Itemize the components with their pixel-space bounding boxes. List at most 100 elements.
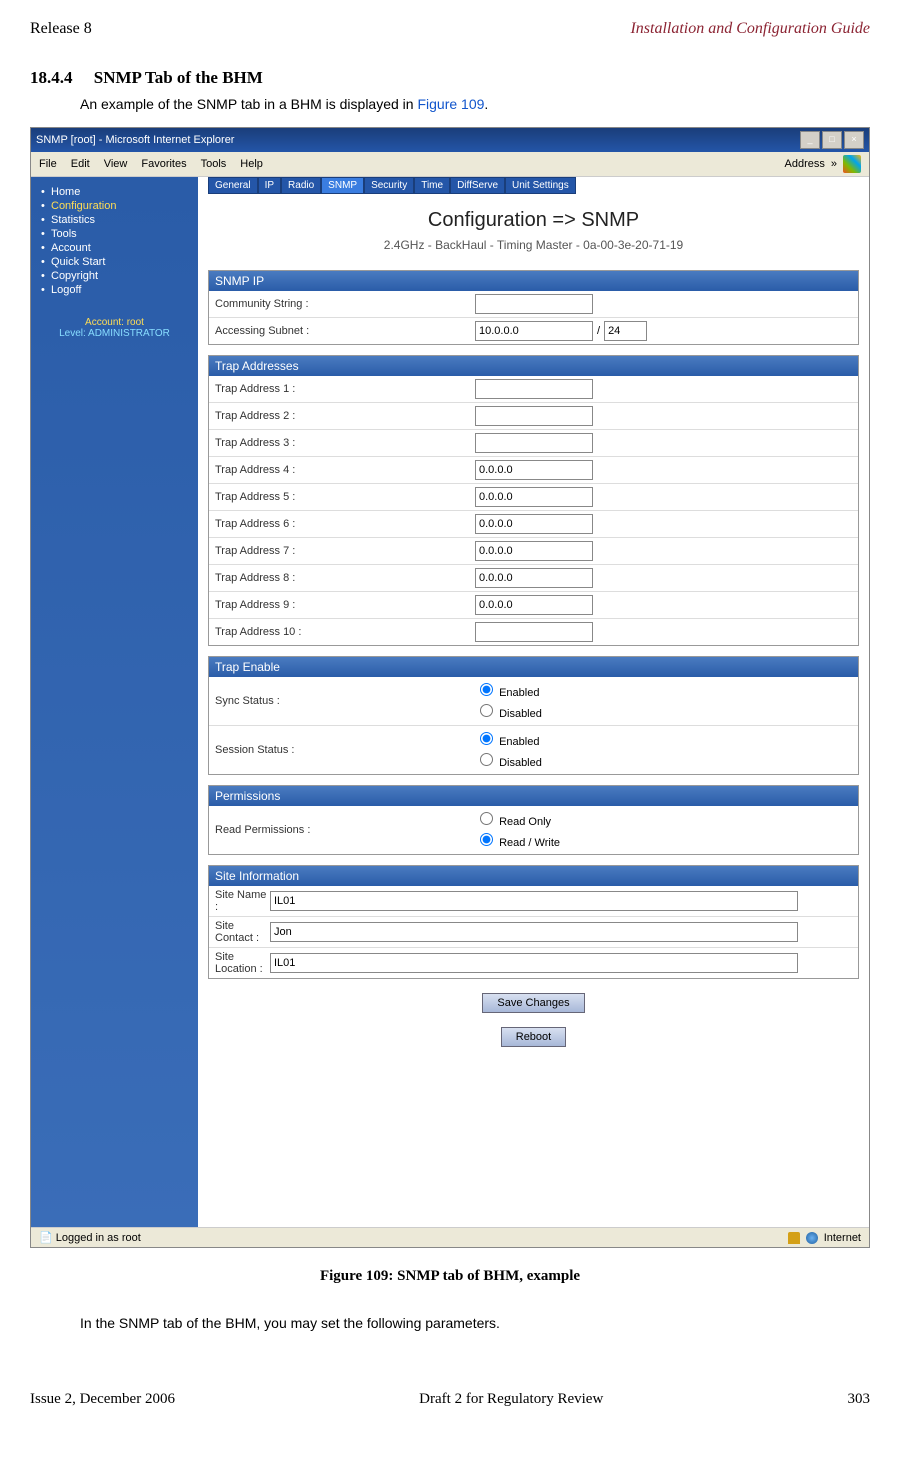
site-contact-label: Site Contact :	[215, 920, 270, 944]
trap-address-label: Trap Address 8 :	[215, 572, 475, 584]
section-title: SNMP Tab of the BHM	[94, 68, 263, 87]
trap-address-row: Trap Address 8 :	[209, 565, 858, 592]
sidebar-item-tools[interactable]: Tools	[41, 227, 192, 241]
read-only-radio[interactable]: Read Only	[475, 809, 560, 830]
maximize-button[interactable]: □	[822, 131, 842, 149]
sync-disabled-radio[interactable]: Disabled	[475, 701, 542, 722]
sync-enabled-radio[interactable]: Enabled	[475, 680, 542, 701]
read-write-radio[interactable]: Read / Write	[475, 830, 560, 851]
trap-address-input[interactable]	[475, 460, 593, 480]
save-changes-button[interactable]: Save Changes	[482, 993, 584, 1013]
trap-address-input[interactable]	[475, 568, 593, 588]
sync-enabled-label: Enabled	[499, 687, 539, 699]
trap-address-input[interactable]	[475, 622, 593, 642]
accessing-subnet-mask-input[interactable]	[604, 321, 647, 341]
menu-file[interactable]: File	[39, 158, 57, 170]
menu-favorites[interactable]: Favorites	[141, 158, 186, 170]
trap-address-label: Trap Address 4 :	[215, 464, 475, 476]
trap-address-input[interactable]	[475, 514, 593, 534]
trap-address-row: Trap Address 5 :	[209, 484, 858, 511]
address-chevron[interactable]: »	[831, 158, 837, 170]
page-subheading: 2.4GHz - BackHaul - Timing Master - 0a-0…	[208, 238, 859, 252]
read-only-label: Read Only	[499, 816, 551, 828]
trap-address-label: Trap Address 5 :	[215, 491, 475, 503]
trap-address-row: Trap Address 4 :	[209, 457, 858, 484]
trap-address-input[interactable]	[475, 406, 593, 426]
trap-address-row: Trap Address 1 :	[209, 376, 858, 403]
page-heading: Configuration => SNMP	[208, 209, 859, 232]
account-name: Account: root	[37, 317, 192, 328]
status-right-text: Internet	[824, 1232, 861, 1244]
status-bar: 📄 Logged in as root Internet	[31, 1227, 869, 1247]
menu-edit[interactable]: Edit	[71, 158, 90, 170]
panel-trap-addresses: Trap Addresses Trap Address 1 : Trap Addr…	[208, 355, 859, 646]
tab-row: General IP Radio SNMP Security Time Diff…	[208, 177, 859, 194]
site-location-label: Site Location :	[215, 951, 270, 975]
session-disabled-radio[interactable]: Disabled	[475, 750, 542, 771]
sidebar-item-logoff[interactable]: Logoff	[41, 283, 192, 297]
tab-snmp[interactable]: SNMP	[321, 177, 364, 194]
close-button[interactable]: ×	[844, 131, 864, 149]
figure-link[interactable]: Figure 109	[417, 96, 484, 112]
tab-general[interactable]: General	[208, 177, 258, 194]
sync-status-label: Sync Status :	[215, 695, 475, 707]
site-name-label: Site Name :	[215, 889, 270, 913]
session-status-label: Session Status :	[215, 744, 475, 756]
doc-header-left: Release 8	[30, 20, 92, 38]
tab-ip[interactable]: IP	[258, 177, 281, 194]
trap-address-row: Trap Address 3 :	[209, 430, 858, 457]
trap-address-row: Trap Address 7 :	[209, 538, 858, 565]
trap-address-label: Trap Address 9 :	[215, 599, 475, 611]
trap-address-label: Trap Address 6 :	[215, 518, 475, 530]
sidebar-item-account[interactable]: Account	[41, 241, 192, 255]
trap-address-label: Trap Address 3 :	[215, 437, 475, 449]
panel-snmp-ip: SNMP IP Community String : Accessing Sub…	[208, 270, 859, 345]
sidebar-item-configuration[interactable]: Configuration	[41, 199, 192, 213]
menu-help[interactable]: Help	[240, 158, 263, 170]
menu-tools[interactable]: Tools	[201, 158, 227, 170]
trap-address-input[interactable]	[475, 595, 593, 615]
trap-address-input[interactable]	[475, 541, 593, 561]
reboot-button[interactable]: Reboot	[501, 1027, 566, 1047]
trap-address-row: Trap Address 10 :	[209, 619, 858, 645]
tab-radio[interactable]: Radio	[281, 177, 321, 194]
trap-address-label: Trap Address 7 :	[215, 545, 475, 557]
intro-paragraph: An example of the SNMP tab in a BHM is d…	[80, 96, 870, 112]
tab-security[interactable]: Security	[364, 177, 414, 194]
community-string-input[interactable]	[475, 294, 593, 314]
panel-header-trap-addresses: Trap Addresses	[209, 356, 858, 376]
panel-header-trap-enable: Trap Enable	[209, 657, 858, 677]
trap-address-input[interactable]	[475, 433, 593, 453]
status-left: 📄 Logged in as root	[39, 1231, 141, 1244]
section-heading: 18.4.4 SNMP Tab of the BHM	[30, 68, 870, 88]
intro-prefix: An example of the SNMP tab in a BHM is d…	[80, 96, 417, 112]
panel-trap-enable: Trap Enable Sync Status : Enabled Disabl…	[208, 656, 859, 775]
session-disabled-label: Disabled	[499, 757, 542, 769]
site-location-input[interactable]	[270, 953, 798, 973]
site-contact-input[interactable]	[270, 922, 798, 942]
figure-caption: Figure 109: SNMP tab of BHM, example	[30, 1268, 870, 1285]
site-name-input[interactable]	[270, 891, 798, 911]
windows-logo-icon	[843, 155, 861, 173]
screenshot: SNMP [root] - Microsoft Internet Explore…	[30, 127, 870, 1248]
sidebar-item-copyright[interactable]: Copyright	[41, 269, 192, 283]
community-string-label: Community String :	[215, 298, 475, 310]
address-label: Address	[785, 158, 825, 170]
tab-time[interactable]: Time	[414, 177, 450, 194]
menu-view[interactable]: View	[104, 158, 128, 170]
sidebar-item-quickstart[interactable]: Quick Start	[41, 255, 192, 269]
panel-site-info: Site Information Site Name : Site Contac…	[208, 865, 859, 979]
footer-center: Draft 2 for Regulatory Review	[419, 1391, 603, 1408]
main-content: General IP Radio SNMP Security Time Diff…	[198, 177, 869, 1227]
tab-diffserve[interactable]: DiffServe	[450, 177, 505, 194]
trap-address-input[interactable]	[475, 379, 593, 399]
sidebar-item-home[interactable]: Home	[41, 185, 192, 199]
sidebar-item-statistics[interactable]: Statistics	[41, 213, 192, 227]
session-enabled-label: Enabled	[499, 736, 539, 748]
session-enabled-radio[interactable]: Enabled	[475, 729, 542, 750]
accessing-subnet-ip-input[interactable]	[475, 321, 593, 341]
trap-address-input[interactable]	[475, 487, 593, 507]
doc-header-right: Installation and Configuration Guide	[630, 20, 870, 38]
tab-unitsettings[interactable]: Unit Settings	[505, 177, 576, 194]
minimize-button[interactable]: _	[800, 131, 820, 149]
